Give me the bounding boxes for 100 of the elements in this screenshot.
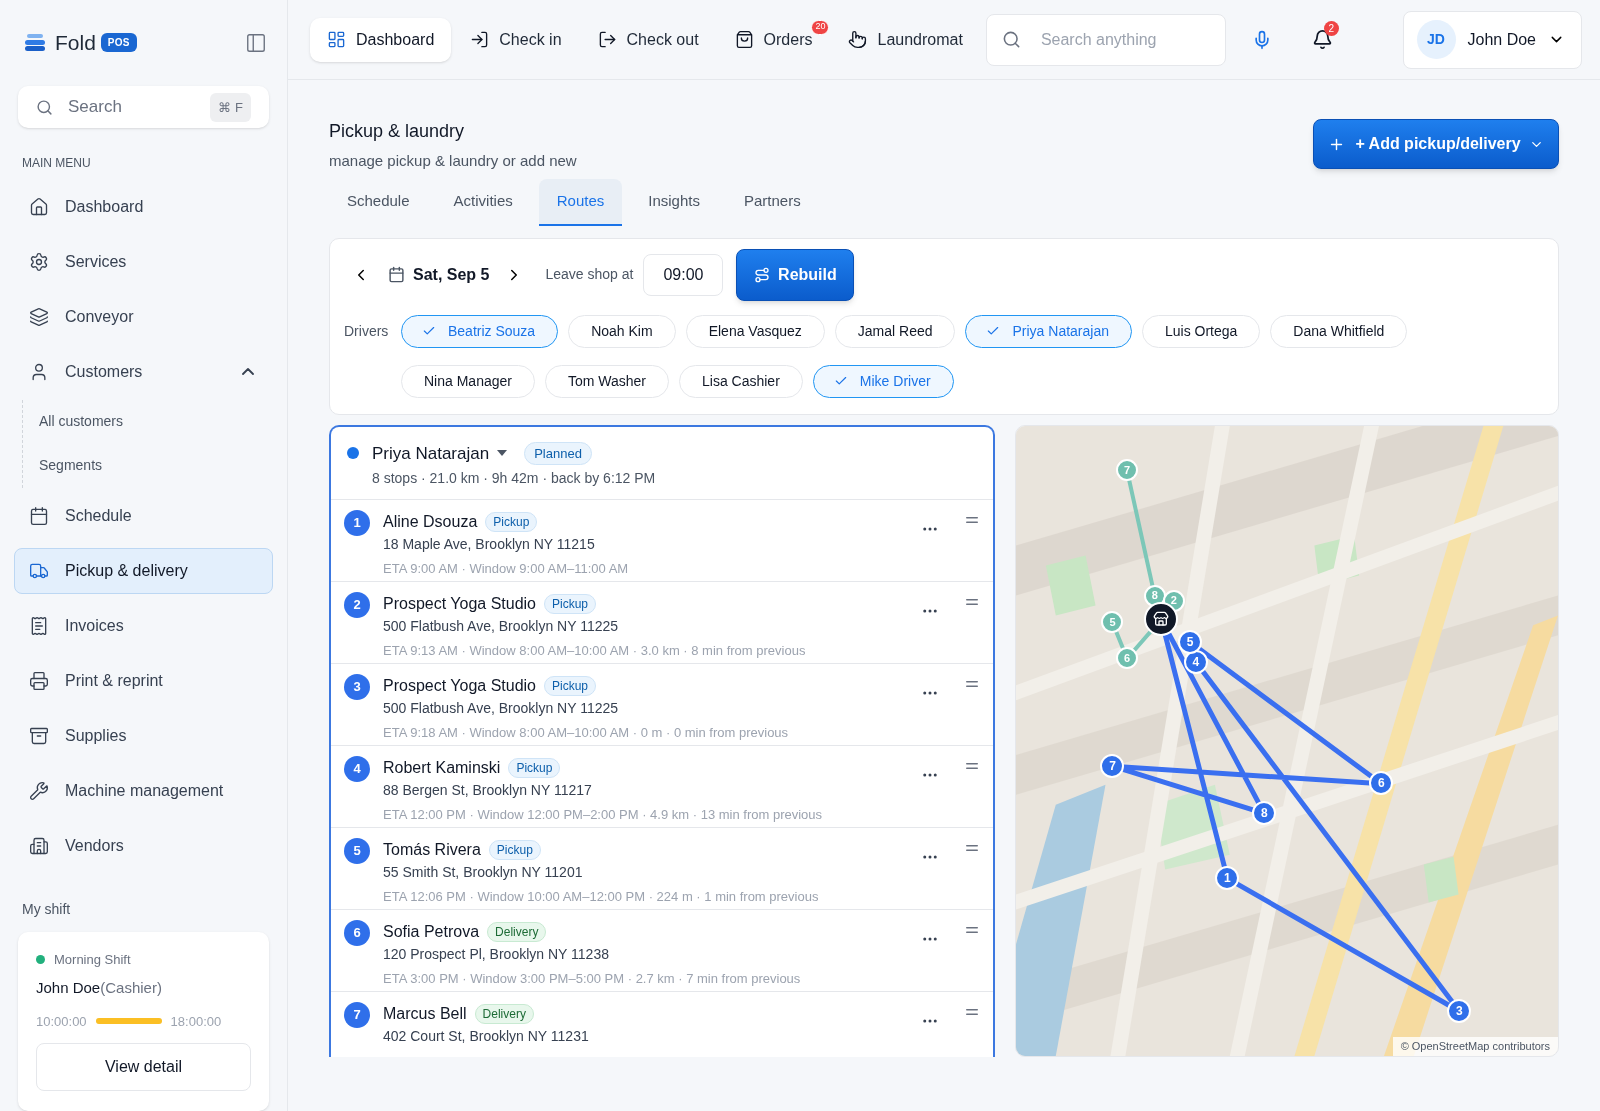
stop-number: 3	[344, 673, 370, 700]
count-badge: 20	[811, 19, 830, 35]
submenu-item[interactable]: Segments	[23, 443, 269, 488]
driver-chip[interactable]: Priya Natarajan	[965, 314, 1132, 348]
page-subtitle: manage pickup & laundry or add new	[329, 151, 577, 171]
menu-item[interactable]: Customers	[14, 348, 273, 395]
stop-address: 500 Flatbush Ave, Brooklyn NY 11225	[383, 698, 620, 718]
shortcut-hint: ⌘ F	[210, 92, 251, 123]
menu-item[interactable]: Vendors	[14, 822, 273, 869]
logo-icon	[25, 33, 45, 52]
stop-details: ETA 12:00 PM · Window 12:00 PM–2:00 PM · 4.9 km · 13 min from previous	[383, 805, 823, 824]
menu-item[interactable]: Machine management	[14, 767, 273, 814]
user-name: John Doe	[1467, 29, 1536, 50]
stop-details: ETA 3:00 PM · Window 3:00 PM–5:00 PM · 2.7 km · 7 min from previous	[383, 969, 801, 988]
check-icon	[422, 324, 436, 338]
notification-badge: 2	[1323, 21, 1339, 36]
stop-name: Marcus Bell	[383, 1003, 467, 1024]
sign-in-icon	[470, 30, 490, 49]
employee-role: (Cashier)	[100, 979, 162, 996]
stop-details: ETA 9:00 AM · Window 9:00 AM–11:00 AM	[383, 559, 629, 578]
check-icon	[986, 324, 1001, 338]
shift-start-time: 10:00:00	[36, 1012, 87, 1031]
stop-number: 4	[344, 755, 370, 782]
stop-number: 7	[344, 1001, 370, 1028]
view-detail-button[interactable]: View detail	[36, 1043, 251, 1091]
stop-address: 120 Prospect Pl, Brooklyn NY 11238	[383, 944, 610, 964]
route-driver-name[interactable]: Priya Natarajan	[372, 440, 490, 466]
rebuild-button[interactable]: Rebuild	[736, 248, 855, 301]
menu-item[interactable]: Supplies	[14, 712, 273, 759]
wrench-icon	[29, 780, 49, 801]
menu-item[interactable]: Conveyor	[14, 293, 273, 340]
section-label: My shift	[21, 899, 72, 919]
drivers-label: Drivers	[344, 321, 390, 341]
stop-type-tag: Pickup	[544, 593, 597, 614]
employee-name: John Doe	[36, 979, 101, 996]
shift-end-time: 18:00:00	[170, 1012, 222, 1031]
tab[interactable]: Partners	[726, 178, 819, 226]
stop-row[interactable]: 6 Sofia Petrova Delivery 120 Prospect Pl, Brooklyn NY 11238 ETA 3:00 PM · Window 3:00 PM–5:00 PM · 2.7 km · 7 min from previous	[331, 909, 993, 992]
route-summary: 8 stops · 21.0 km · 9h 42m · back by 6:12 PM	[372, 469, 657, 488]
tab[interactable]: Routes	[538, 178, 623, 226]
stop-row[interactable]: 1 Aline Dsouza Pickup 18 Maple Ave, Brooklyn NY 11215 ETA 9:00 AM · Window 9:00 AM–11:00 AM	[331, 499, 993, 582]
driver-chip[interactable]: Beatriz Souza	[401, 314, 559, 348]
bag-icon	[734, 30, 754, 49]
driver-chip[interactable]: Mike Driver	[812, 364, 954, 398]
stop-row[interactable]: 3 Prospect Yoga Studio Pickup 500 Flatbush Ave, Brooklyn NY 11225 ETA 9:18 AM · Window 8:00 AM–10:00 AM · 0 m · 0 min from previous	[331, 663, 993, 746]
nav-tab[interactable]: Dashboard	[310, 17, 452, 62]
tab[interactable]: Schedule	[329, 178, 428, 226]
stop-row[interactable]: 5 Tomás Rivera Pickup 55 Smith St, Brooklyn NY 11201 ETA 12:06 PM · Window 10:00 AM–12:00 PM · 224 m · 1 min from previous	[331, 827, 993, 910]
menu-item[interactable]: Services	[14, 238, 273, 285]
stop-type-tag: Pickup	[544, 675, 597, 696]
menu-item[interactable]: Pickup & delivery	[14, 547, 273, 594]
search-field[interactable]: Search anything	[985, 13, 1226, 66]
section-label: MAIN MENU	[21, 154, 92, 172]
sidebar-toggle-icon[interactable]	[245, 31, 267, 54]
stop-details: ETA 12:06 PM · Window 10:00 AM–12:00 PM · 224 m · 1 min from previous	[383, 887, 819, 906]
hand-pointer-icon	[848, 30, 868, 49]
tab[interactable]: Activities	[435, 178, 531, 226]
calendar-icon	[29, 505, 49, 526]
submenu-item[interactable]: All customers	[23, 399, 269, 444]
stop-name: Prospect Yoga Studio	[383, 675, 536, 696]
shift-name: Morning Shift	[54, 950, 131, 969]
check-icon	[833, 374, 848, 388]
stop-type-tag: Delivery	[487, 921, 547, 942]
stop-row[interactable]: 4 Robert Kaminski Pickup 88 Bergen St, Brooklyn NY 11217 ETA 12:00 PM · Window 12:00 PM–2:00 PM · 4.9 km · 13 min from previous	[331, 745, 993, 828]
building-icon	[29, 835, 49, 856]
add-pickup-button[interactable]: + Add pickup/delivery	[1313, 119, 1559, 169]
page-title: Pickup & laundry	[329, 120, 466, 143]
stop-name: Prospect Yoga Studio	[383, 593, 536, 614]
user-avatar: JD	[1416, 20, 1456, 59]
stop-name: Robert Kaminski	[383, 757, 501, 778]
map-attribution: © OpenStreetMap contributors	[1392, 1037, 1558, 1056]
archive-box-icon	[29, 725, 49, 746]
stop-details: ETA 9:13 AM · Window 8:00 AM–10:00 AM · 3.0 km · 8 min from previous	[383, 641, 806, 660]
receipt-icon	[29, 615, 49, 636]
search-icon	[1001, 29, 1021, 49]
route-icon	[754, 266, 771, 283]
stop-address: 402 Court St, Brooklyn NY 11231	[383, 1026, 589, 1046]
menu-item[interactable]: Dashboard	[14, 183, 273, 230]
stop-address: 88 Bergen St, Brooklyn NY 11217	[383, 780, 593, 800]
stop-row[interactable]: 2 Prospect Yoga Studio Pickup 500 Flatbush Ave, Brooklyn NY 11225 ETA 9:13 AM · Window 8:00 AM–10:00 AM · 3.0 km · 8 min from previous	[331, 581, 993, 664]
home-icon	[29, 196, 49, 217]
calendar-icon	[388, 266, 405, 283]
search-icon	[36, 98, 53, 116]
nav-tab[interactable]: Check out	[580, 17, 716, 62]
stop-name: Tomás Rivera	[383, 839, 481, 860]
stop-type-tag: Delivery	[474, 1003, 534, 1024]
nav-tab[interactable]: Check in	[453, 17, 579, 62]
route-status: Planned	[524, 441, 592, 465]
brand-name: Fold	[55, 30, 96, 57]
menu-item[interactable]: Print & reprint	[14, 657, 273, 704]
stop-number: 5	[344, 837, 370, 864]
tab[interactable]: Insights	[630, 178, 718, 226]
route-date[interactable]: Sat, Sep 5	[413, 262, 490, 287]
menu-item[interactable]: Invoices	[14, 602, 273, 649]
user-menu[interactable]: JD John Doe	[1402, 10, 1582, 69]
nav-tab[interactable]: Orders 20	[717, 17, 830, 62]
stop-row[interactable]: 7 Marcus Bell Delivery 402 Court St, Brooklyn NY 11231	[331, 991, 993, 1057]
nav-tab[interactable]: Laundromat	[831, 17, 980, 62]
menu-item[interactable]: Schedule	[14, 492, 273, 539]
leave-time-field[interactable]: 09:00	[643, 253, 724, 296]
